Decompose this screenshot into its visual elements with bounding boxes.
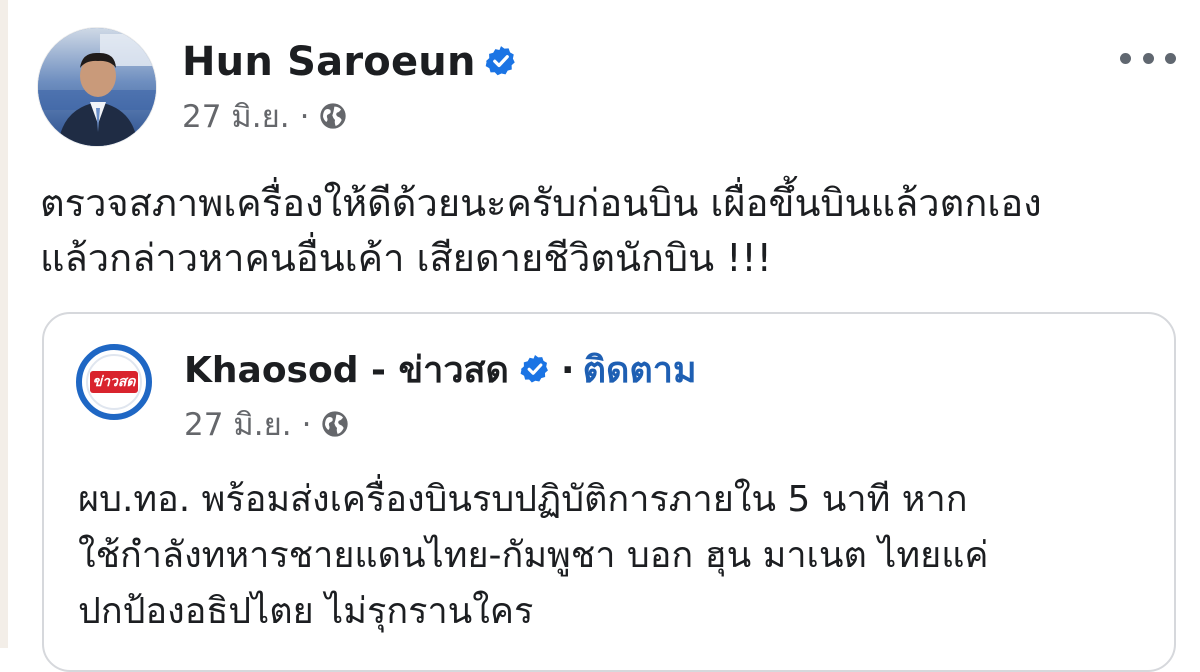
page-avatar[interactable]: ข่าวสด <box>76 344 152 420</box>
meta-separator: · <box>301 407 312 443</box>
post-meta: 27 มิ.ย. · <box>182 96 349 138</box>
meta-separator: · <box>299 99 310 135</box>
page-name-row: Khaosod - ข่าวสด · ติดตาม <box>184 348 697 394</box>
shared-text-line: ผบ.ทอ. พร้อมส่งเครื่องบินรบปฏิบัติการภาย… <box>78 479 968 520</box>
post-text-line: แล้วกล่าวหาคนอื่นเค้า เสียดายชีวิตนักบิน… <box>40 236 772 280</box>
shared-post-date[interactable]: 27 มิ.ย. <box>184 407 292 443</box>
author-avatar[interactable] <box>38 28 156 146</box>
page-name[interactable]: Khaosod - ข่าวสด <box>184 350 509 391</box>
avatar-photo <box>38 28 156 146</box>
shared-post-card[interactable]: ข่าวสด Khaosod - ข่าวสด · ติดตาม 27 มิ.ย.… <box>42 312 1176 672</box>
shared-post-text: ผบ.ทอ. พร้อมส่งเครื่องบินรบปฏิบัติการภาย… <box>78 472 1168 640</box>
shared-post-meta: 27 มิ.ย. · <box>184 404 351 446</box>
more-options-button[interactable] <box>1120 46 1176 70</box>
globe-icon[interactable] <box>317 100 349 132</box>
more-options-dot <box>1142 52 1154 64</box>
page-logo-text: ข่าวสด <box>89 371 139 393</box>
page-logo: ข่าวสด <box>86 354 142 410</box>
author-name-text[interactable]: Hun Saroeun <box>182 39 476 85</box>
more-options-dot <box>1165 52 1176 64</box>
verified-badge-icon <box>485 46 515 76</box>
follow-button[interactable]: ติดตาม <box>583 350 697 391</box>
post-text-line: ตรวจสภาพเครื่องให้ดีด้วยนะครับก่อนบิน เผ… <box>40 181 1042 225</box>
more-options-dot <box>1120 52 1131 64</box>
left-edge-strip <box>0 0 8 648</box>
shared-text-line: ใช้กำลังทหารชายแดนไทย-กัมพูชา บอก ฮุน มา… <box>78 535 989 576</box>
post-text: ตรวจสภาพเครื่องให้ดีด้วยนะครับก่อนบิน เผ… <box>40 176 1170 286</box>
verified-badge-icon <box>520 355 548 383</box>
globe-icon[interactable] <box>319 408 351 440</box>
name-separator: · <box>560 350 575 391</box>
post-date[interactable]: 27 มิ.ย. <box>182 99 290 135</box>
author-name[interactable]: Hun Saroeun <box>182 38 518 86</box>
shared-text-line: ปกป้องอธิปไตย ไม่รุกรานใคร <box>78 591 534 632</box>
